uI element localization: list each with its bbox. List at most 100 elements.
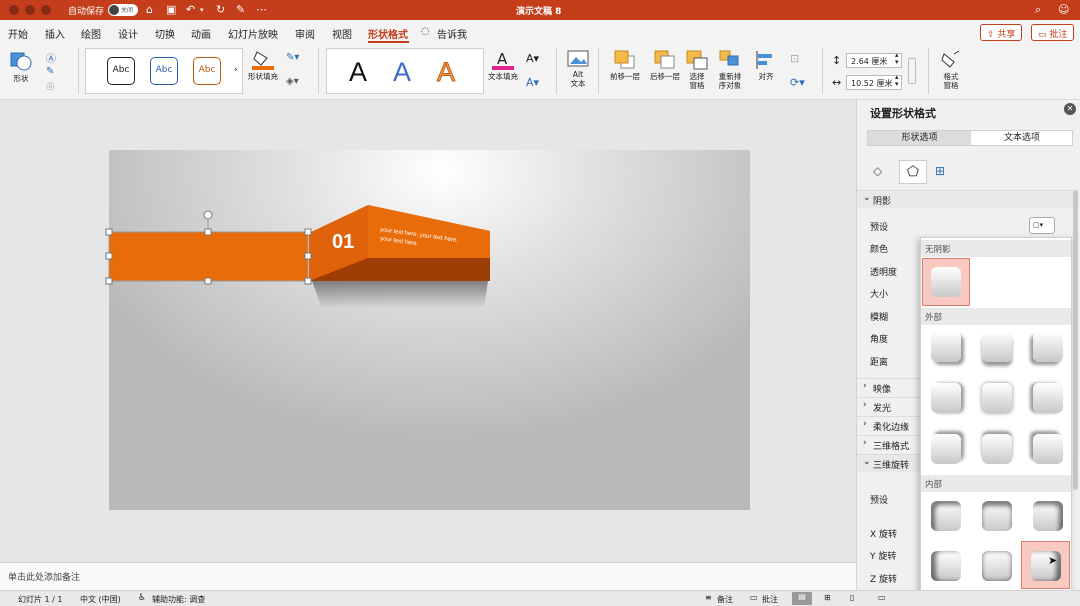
notes-pane[interactable]: 单击此处添加备注 bbox=[0, 562, 856, 590]
effects-icon[interactable]: ⬠ bbox=[899, 160, 927, 184]
slide-sorter-icon[interactable]: ⊞ bbox=[824, 593, 831, 602]
inner-shadow-preset[interactable] bbox=[982, 501, 1012, 531]
close-window-button[interactable] bbox=[9, 5, 19, 15]
tab-draw[interactable]: 绘图 bbox=[81, 26, 101, 41]
format-pane-button[interactable]: 格式 窗格 bbox=[936, 50, 966, 90]
text-fill-button[interactable]: A 文本填充 bbox=[485, 48, 521, 81]
send-backward-button[interactable]: 后移一层 bbox=[645, 50, 685, 81]
language-status[interactable]: 中文 (中国) bbox=[80, 594, 121, 605]
outer-shadow-preset[interactable] bbox=[1033, 383, 1063, 413]
undo-icon[interactable]: ↶ bbox=[186, 3, 195, 16]
tab-design[interactable]: 设计 bbox=[118, 26, 138, 41]
shadow-preset-none[interactable] bbox=[931, 267, 961, 297]
inner-shadow-preset[interactable] bbox=[931, 551, 961, 581]
resize-handle[interactable] bbox=[105, 277, 113, 285]
comments-toggle[interactable]: 批注 bbox=[762, 594, 778, 605]
shape-style-2[interactable]: Abc bbox=[150, 57, 178, 85]
height-stepper[interactable]: ▴ ▾ bbox=[895, 52, 899, 66]
outer-shadow-preset[interactable] bbox=[931, 383, 961, 413]
resize-handle[interactable] bbox=[304, 277, 312, 285]
align-button[interactable]: 对齐 bbox=[752, 50, 780, 81]
resize-handle[interactable] bbox=[105, 252, 113, 260]
search-icon[interactable]: ⌕ bbox=[1035, 3, 1041, 17]
alt-text-button[interactable]: Alt 文本 bbox=[564, 50, 592, 88]
tab-transitions[interactable]: 切换 bbox=[155, 26, 175, 41]
tab-insert[interactable]: 插入 bbox=[45, 26, 65, 41]
resize-handle[interactable] bbox=[304, 252, 312, 260]
outer-shadow-preset[interactable] bbox=[982, 383, 1012, 413]
edit-icon[interactable]: ✎ bbox=[236, 3, 245, 16]
share-button[interactable]: ⇪ 共享 bbox=[980, 24, 1023, 41]
width-stepper[interactable]: ▴ ▾ bbox=[895, 74, 899, 88]
height-field[interactable]: 2.64 厘米 bbox=[846, 53, 902, 68]
outer-shadow-preset[interactable] bbox=[982, 332, 1012, 362]
wordart-style-2[interactable]: A bbox=[393, 57, 411, 88]
outer-shadow-preset[interactable] bbox=[1033, 332, 1063, 362]
shape-style-3[interactable]: Abc bbox=[193, 57, 221, 85]
fill-line-icon[interactable]: ◇ bbox=[873, 164, 882, 178]
slideshow-icon[interactable]: ▭ bbox=[878, 593, 886, 602]
tab-view[interactable]: 视图 bbox=[332, 26, 352, 41]
outer-shadow-preset[interactable] bbox=[931, 332, 961, 362]
group-icon[interactable]: ⊡ bbox=[790, 52, 799, 65]
account-icon[interactable]: ☺ bbox=[1058, 3, 1069, 16]
normal-view-icon[interactable]: ▤ bbox=[792, 592, 812, 605]
more-icon[interactable]: ⋯ bbox=[256, 3, 267, 16]
selection-pane-button[interactable]: 选择 窗格 bbox=[684, 50, 710, 90]
resize-handle[interactable] bbox=[204, 277, 212, 285]
pane-scrollbar[interactable] bbox=[1073, 190, 1078, 490]
tab-home[interactable]: 开始 bbox=[8, 26, 28, 41]
bring-forward-button[interactable]: 前移一层 bbox=[605, 50, 645, 81]
tab-tell-me[interactable]: 告诉我 bbox=[437, 26, 467, 41]
outer-shadow-preset[interactable] bbox=[1033, 434, 1063, 464]
shape-effects-icon[interactable]: ◈▾ bbox=[286, 76, 299, 87]
autosave-toggle[interactable]: 关闭 bbox=[108, 4, 138, 16]
orange-bar-shape[interactable] bbox=[109, 232, 308, 281]
save-icon[interactable]: ▣ bbox=[166, 3, 176, 16]
resize-handle[interactable] bbox=[105, 228, 113, 236]
shadow-section-header[interactable]: ⌄ 阴影 bbox=[857, 190, 1073, 208]
shadow-preset-dropdown[interactable]: ▢▾ bbox=[1029, 217, 1055, 234]
tab-animations[interactable]: 动画 bbox=[191, 26, 211, 41]
wordart-style-1[interactable]: A bbox=[349, 57, 367, 88]
shape-outline-icon[interactable]: ✎▾ bbox=[286, 52, 299, 63]
shapes-button[interactable]: 形状 bbox=[8, 50, 34, 83]
home-icon[interactable]: ⌂ bbox=[146, 3, 153, 16]
edit-shape-icon[interactable]: ✎ bbox=[46, 66, 54, 77]
tab-shape-options[interactable]: 形状选项 bbox=[868, 131, 971, 145]
notes-toggle[interactable]: 备注 bbox=[717, 594, 733, 605]
text-box-icon[interactable]: Ⓐ bbox=[46, 50, 56, 65]
reading-view-icon[interactable]: ▯ bbox=[850, 593, 854, 602]
gallery-more-icon[interactable]: › bbox=[234, 65, 238, 75]
text-effects-icon[interactable]: A▾ bbox=[526, 76, 539, 89]
shape-fill-button[interactable]: 形状填充 bbox=[246, 48, 280, 81]
reorder-objects-button[interactable]: 重新排 序对象 bbox=[714, 50, 746, 90]
resize-handle[interactable] bbox=[204, 228, 212, 236]
tab-slideshow[interactable]: 幻灯片放映 bbox=[228, 26, 278, 41]
tab-review[interactable]: 审阅 bbox=[295, 26, 315, 41]
redo-icon[interactable]: ↻ bbox=[216, 3, 225, 16]
lock-aspect-ratio[interactable] bbox=[908, 58, 916, 84]
outer-shadow-preset[interactable] bbox=[982, 434, 1012, 464]
undo-dropdown-icon[interactable]: ▾ bbox=[200, 6, 204, 14]
text-outline-icon[interactable]: A▾ bbox=[526, 52, 539, 65]
tab-text-options[interactable]: 文本选项 bbox=[971, 131, 1073, 145]
tab-shape-format[interactable]: 形状格式 bbox=[368, 26, 408, 41]
inner-shadow-preset[interactable] bbox=[931, 501, 961, 531]
rotate-icon[interactable]: ⟳▾ bbox=[790, 76, 805, 89]
inner-shadow-preset[interactable] bbox=[1033, 501, 1063, 531]
accessibility-status[interactable]: 辅助功能: 调查 bbox=[152, 594, 205, 605]
minimize-window-button[interactable] bbox=[25, 5, 35, 15]
zoom-window-button[interactable] bbox=[41, 5, 51, 15]
comments-button[interactable]: ▭ 批注 bbox=[1031, 24, 1075, 41]
wordart-style-3[interactable]: A bbox=[436, 57, 455, 88]
size-properties-icon[interactable]: ⊞ bbox=[935, 164, 945, 178]
close-pane-icon[interactable]: ✕ bbox=[1064, 103, 1076, 115]
outer-shadow-preset[interactable] bbox=[931, 434, 961, 464]
width-field[interactable]: 10.52 厘米 bbox=[846, 75, 902, 90]
merge-shapes-icon[interactable]: ◎ bbox=[46, 81, 55, 92]
shape-style-1[interactable]: Abc bbox=[107, 57, 135, 85]
resize-handle[interactable] bbox=[304, 228, 312, 236]
rotate-handle-icon[interactable] bbox=[203, 210, 213, 220]
inner-shadow-preset[interactable] bbox=[982, 551, 1012, 581]
